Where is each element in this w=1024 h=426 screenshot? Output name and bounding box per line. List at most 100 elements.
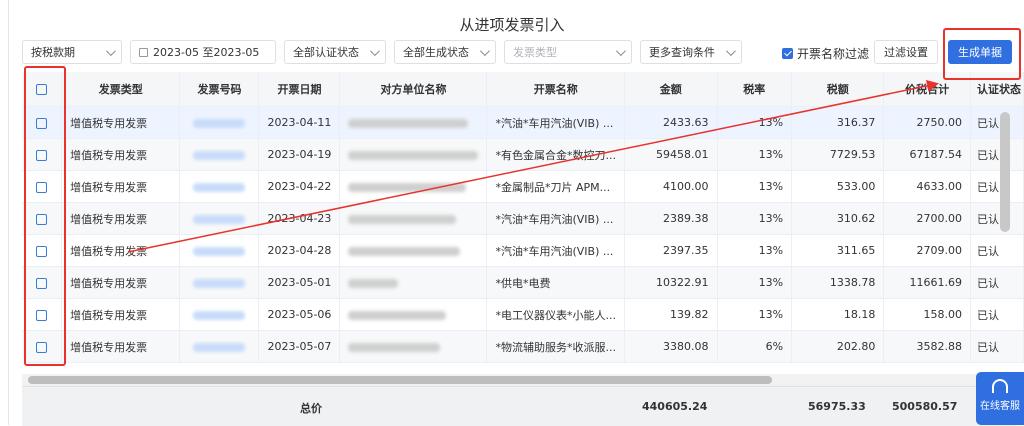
annotation-box-checkboxes — [24, 66, 66, 366]
cell-item-name: *汽油*车用汽油(VIB) ... — [486, 234, 625, 267]
gen-status-select[interactable]: 全部生成状态 — [394, 40, 496, 64]
table-row[interactable]: 增值税专用发票 2023-04-28 *汽油*车用汽油(VIB) ... 2397.3… — [22, 234, 1024, 267]
cell-tax: 7729.53 — [791, 138, 885, 171]
cell-invoice-type: 增值税专用发票 — [61, 106, 181, 139]
cell-counterparty — [339, 266, 488, 299]
cell-amount: 2397.35 — [624, 234, 718, 267]
cell-auth-status: 已认 — [970, 138, 1024, 171]
table-row[interactable]: 增值税专用发票 2023-04-11 *汽油*车用汽油(VIB) ... 2433.6… — [22, 106, 1024, 139]
redacted-value — [193, 182, 246, 192]
cell-amount: 59458.01 — [624, 138, 718, 171]
redacted-value — [348, 118, 469, 128]
online-support-button[interactable]: 在线客服 — [976, 372, 1024, 425]
cell-counterparty — [339, 298, 488, 331]
cell-auth-status: 已认 — [970, 330, 1024, 363]
cell-tax-rate: 13% — [717, 298, 793, 331]
cell-total: 2750.00 — [883, 106, 972, 139]
redacted-value — [193, 214, 246, 224]
cell-invoice-type: 增值税专用发票 — [61, 138, 181, 171]
cell-invoice-date: 2023-05-06 — [258, 298, 341, 331]
redacted-value — [348, 150, 479, 160]
chevron-down-icon — [725, 45, 736, 56]
cell-auth-status: 已认 — [970, 266, 1024, 299]
col-amount: 金额 — [624, 72, 718, 107]
col-item-name: 开票名称 — [486, 72, 625, 107]
dialog-title: 从进项发票引入 — [459, 16, 565, 34]
redacted-value — [193, 118, 246, 128]
redacted-value — [193, 150, 246, 160]
redacted-value — [193, 310, 246, 320]
cell-auth-status: 已认 — [970, 106, 1024, 139]
cell-invoice-type: 增值税专用发票 — [61, 170, 181, 203]
chevron-down-icon — [369, 45, 380, 56]
table-row[interactable]: 增值税专用发票 2023-05-07 *物流辅助服务*收派服... 3380.08 6%… — [22, 330, 1024, 363]
annotation-box-generate — [943, 28, 1021, 80]
redacted-value — [348, 342, 441, 352]
cell-tax: 311.65 — [791, 234, 885, 267]
more-filters-select[interactable]: 更多查询条件 — [640, 40, 742, 64]
cell-item-name: *电工仪器仪表*小能人... — [486, 298, 625, 331]
cell-invoice-date: 2023-04-28 — [258, 234, 341, 267]
name-filter-checkbox[interactable]: 开票名称过滤 — [782, 45, 869, 62]
col-counterparty: 对方单位名称 — [339, 72, 488, 107]
cell-invoice-type: 增值税专用发票 — [61, 266, 181, 299]
cell-invoice-number — [179, 330, 260, 363]
table-header: 发票类型 发票号码 开票日期 对方单位名称 开票名称 金额 税率 税额 价税合计… — [22, 72, 1024, 107]
gen-status-value: 全部生成状态 — [403, 46, 469, 59]
name-filter-label: 开票名称过滤 — [797, 47, 870, 61]
chevron-down-icon — [479, 45, 490, 56]
cell-invoice-date: 2023-04-23 — [258, 202, 341, 235]
horizontal-scrollbar[interactable] — [28, 376, 772, 384]
cell-item-name: *物流辅助服务*收派服... — [486, 330, 625, 363]
redacted-value — [348, 246, 461, 256]
redacted-value — [348, 278, 399, 288]
date-range-picker[interactable]: 2023-05 至2023-05 — [130, 40, 276, 64]
footer-amount: 440605.24 — [642, 400, 708, 413]
cell-total: 11661.69 — [883, 266, 972, 299]
invoice-type-select[interactable]: 发票类型 — [504, 40, 632, 64]
cell-tax-rate: 6% — [717, 330, 793, 363]
period-type-select[interactable]: 按税款期 — [22, 40, 122, 64]
cell-invoice-type: 增值税专用发票 — [61, 330, 181, 363]
cell-counterparty — [339, 202, 488, 235]
cell-invoice-number — [179, 266, 260, 299]
cell-total: 2709.00 — [883, 234, 972, 267]
cell-amount: 10322.91 — [624, 266, 718, 299]
cell-auth-status: 已认 — [970, 170, 1024, 203]
table-row[interactable]: 增值税专用发票 2023-04-22 *金属制品*刀片 APM... 4100.00 1… — [22, 170, 1024, 203]
table-row[interactable]: 增值税专用发票 2023-04-19 *有色金属合金*数控刀... 59458.01 1… — [22, 138, 1024, 171]
cell-amount: 2389.38 — [624, 202, 718, 235]
col-invoice-number: 发票号码 — [179, 72, 260, 107]
redacted-value — [193, 342, 246, 352]
chevron-down-icon — [105, 45, 116, 56]
cell-invoice-number — [179, 298, 260, 331]
cell-invoice-number — [179, 170, 260, 203]
redacted-value — [348, 214, 457, 224]
vertical-scrollbar[interactable] — [1000, 112, 1010, 232]
cell-item-name: *金属制品*刀片 APM... — [486, 170, 625, 203]
cell-tax-rate: 13% — [717, 266, 793, 299]
cell-invoice-date: 2023-04-11 — [258, 106, 341, 139]
redacted-value — [348, 182, 467, 192]
cell-item-name: *供电*电费 — [486, 266, 625, 299]
col-tax-rate: 税率 — [717, 72, 793, 107]
table-row[interactable]: 增值税专用发票 2023-05-06 *电工仪器仪表*小能人... 139.82 13%… — [22, 298, 1024, 331]
table-row[interactable]: 增值税专用发票 2023-04-23 *汽油*车用汽油(VIB) ... 2389.3… — [22, 202, 1024, 235]
table-row[interactable]: 增值税专用发票 2023-05-01 *供电*电费 10322.91 13% 1338.7… — [22, 266, 1024, 299]
calendar-icon — [139, 47, 148, 57]
invoice-table: 发票类型 发票号码 开票日期 对方单位名称 开票名称 金额 税率 税额 价税合计… — [22, 72, 1024, 363]
date-range-value: 2023-05 至2023-05 — [153, 46, 260, 59]
cell-counterparty — [339, 106, 488, 139]
cell-tax-rate: 13% — [717, 138, 793, 171]
cell-amount: 2433.63 — [624, 106, 718, 139]
more-filters-label: 更多查询条件 — [649, 46, 715, 59]
auth-status-select[interactable]: 全部认证状态 — [284, 40, 386, 64]
footer-tax: 56975.33 — [808, 400, 866, 413]
cell-tax-rate: 13% — [717, 106, 793, 139]
filter-settings-button[interactable]: 过滤设置 — [874, 40, 938, 64]
support-label: 在线客服 — [980, 401, 1020, 412]
col-invoice-date: 开票日期 — [258, 72, 341, 107]
cell-invoice-number — [179, 106, 260, 139]
cell-auth-status: 已认 — [970, 298, 1024, 331]
col-invoice-type: 发票类型 — [61, 72, 181, 107]
